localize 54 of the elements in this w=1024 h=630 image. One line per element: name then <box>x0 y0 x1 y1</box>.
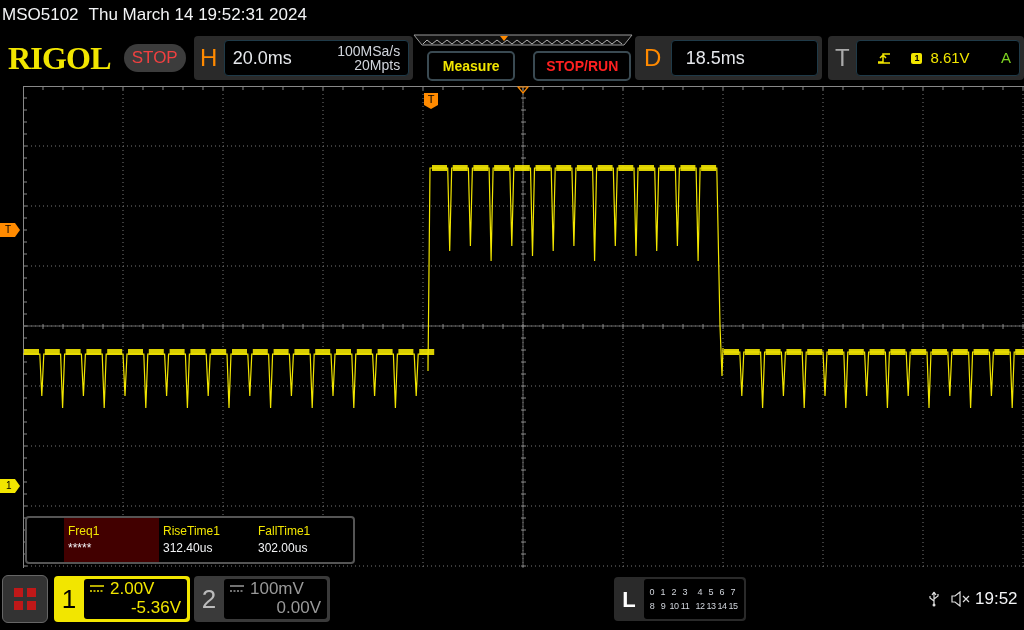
rising-edge-icon <box>877 52 892 64</box>
trigger-mode: A <box>1001 47 1011 68</box>
vertical-scale: 100mV <box>250 579 304 598</box>
instrument-model: MSO5102 <box>2 4 79 27</box>
logic-channel-number: 7 <box>729 586 737 598</box>
logic-label: L <box>621 585 637 614</box>
trigger-position-marker[interactable]: T <box>424 93 438 109</box>
dc-coupling-icon <box>90 584 104 593</box>
logic-channel-number: 14 <box>717 600 727 612</box>
horizontal-panel[interactable]: H 20.0ms 100MSa/s 20Mpts <box>193 36 414 80</box>
logic-channel-number: 5 <box>707 586 715 598</box>
trigger-level-marker[interactable]: T <box>0 223 20 237</box>
timebase-value: 20.0ms <box>232 46 292 70</box>
logic-channel-number: 1 <box>659 586 667 598</box>
brand-logo: RIGOL <box>8 42 112 74</box>
sample-rate: 100MSa/s <box>337 44 401 58</box>
logic-channel-number: 15 <box>728 600 738 612</box>
dc-coupling-icon <box>230 584 244 593</box>
logic-channel-number: 2 <box>670 586 678 598</box>
date-time: Thu March 14 19:52:31 2024 <box>88 4 307 27</box>
vertical-scale: 2.00V <box>110 579 155 598</box>
logic-channel-number: 8 <box>648 600 656 612</box>
logic-panel[interactable]: L 0 1 2 3 4 5 6 7 8 9 10 11 12 13 14 15 <box>614 577 746 621</box>
channel-offset-marker[interactable]: 1 <box>0 479 20 493</box>
logic-channel-number: 6 <box>718 586 726 598</box>
logic-channel-number: 4 <box>696 586 704 598</box>
memory-depth: 20Mpts <box>354 58 401 72</box>
logic-channel-number: 12 <box>695 600 705 612</box>
delay-label: D <box>643 43 663 73</box>
channel-offset: -5.36V <box>130 598 181 617</box>
logic-channel-number: 9 <box>659 600 667 612</box>
trigger-position-icon <box>517 86 529 94</box>
logic-channel-number: 11 <box>680 600 690 612</box>
logic-channel-number: 3 <box>681 586 689 598</box>
stop-run-button[interactable]: STOP/RUN <box>533 51 632 81</box>
channel-button[interactable]: 2 100mV 0.00V <box>194 576 330 622</box>
logic-channel-number: 10 <box>669 600 679 612</box>
usb-icon <box>929 591 939 607</box>
clock-time: 19:52 <box>975 588 1018 611</box>
channel-offset: 0.00V <box>276 598 321 617</box>
measure-button[interactable]: Measure <box>427 51 516 81</box>
measurement-item[interactable]: Freq1 ***** <box>64 518 159 562</box>
logic-channel-number: 13 <box>706 600 716 612</box>
horizontal-label: H <box>199 43 219 73</box>
trigger-source-badge: 1 <box>911 52 923 64</box>
delay-value: 18.5ms <box>685 46 745 70</box>
trigger-level: 8.61V <box>930 47 970 68</box>
channel-button[interactable]: 1 2.00V -5.36V <box>54 576 190 622</box>
speaker-muted-icon[interactable] <box>951 591 971 607</box>
trigger-label: T <box>834 43 851 73</box>
logic-channel-number: 0 <box>648 586 656 598</box>
trigger-panel[interactable]: T 1 8.61V A <box>828 36 1024 80</box>
delay-panel[interactable]: D 18.5ms <box>634 36 823 80</box>
grid-menu-icon <box>14 588 36 610</box>
